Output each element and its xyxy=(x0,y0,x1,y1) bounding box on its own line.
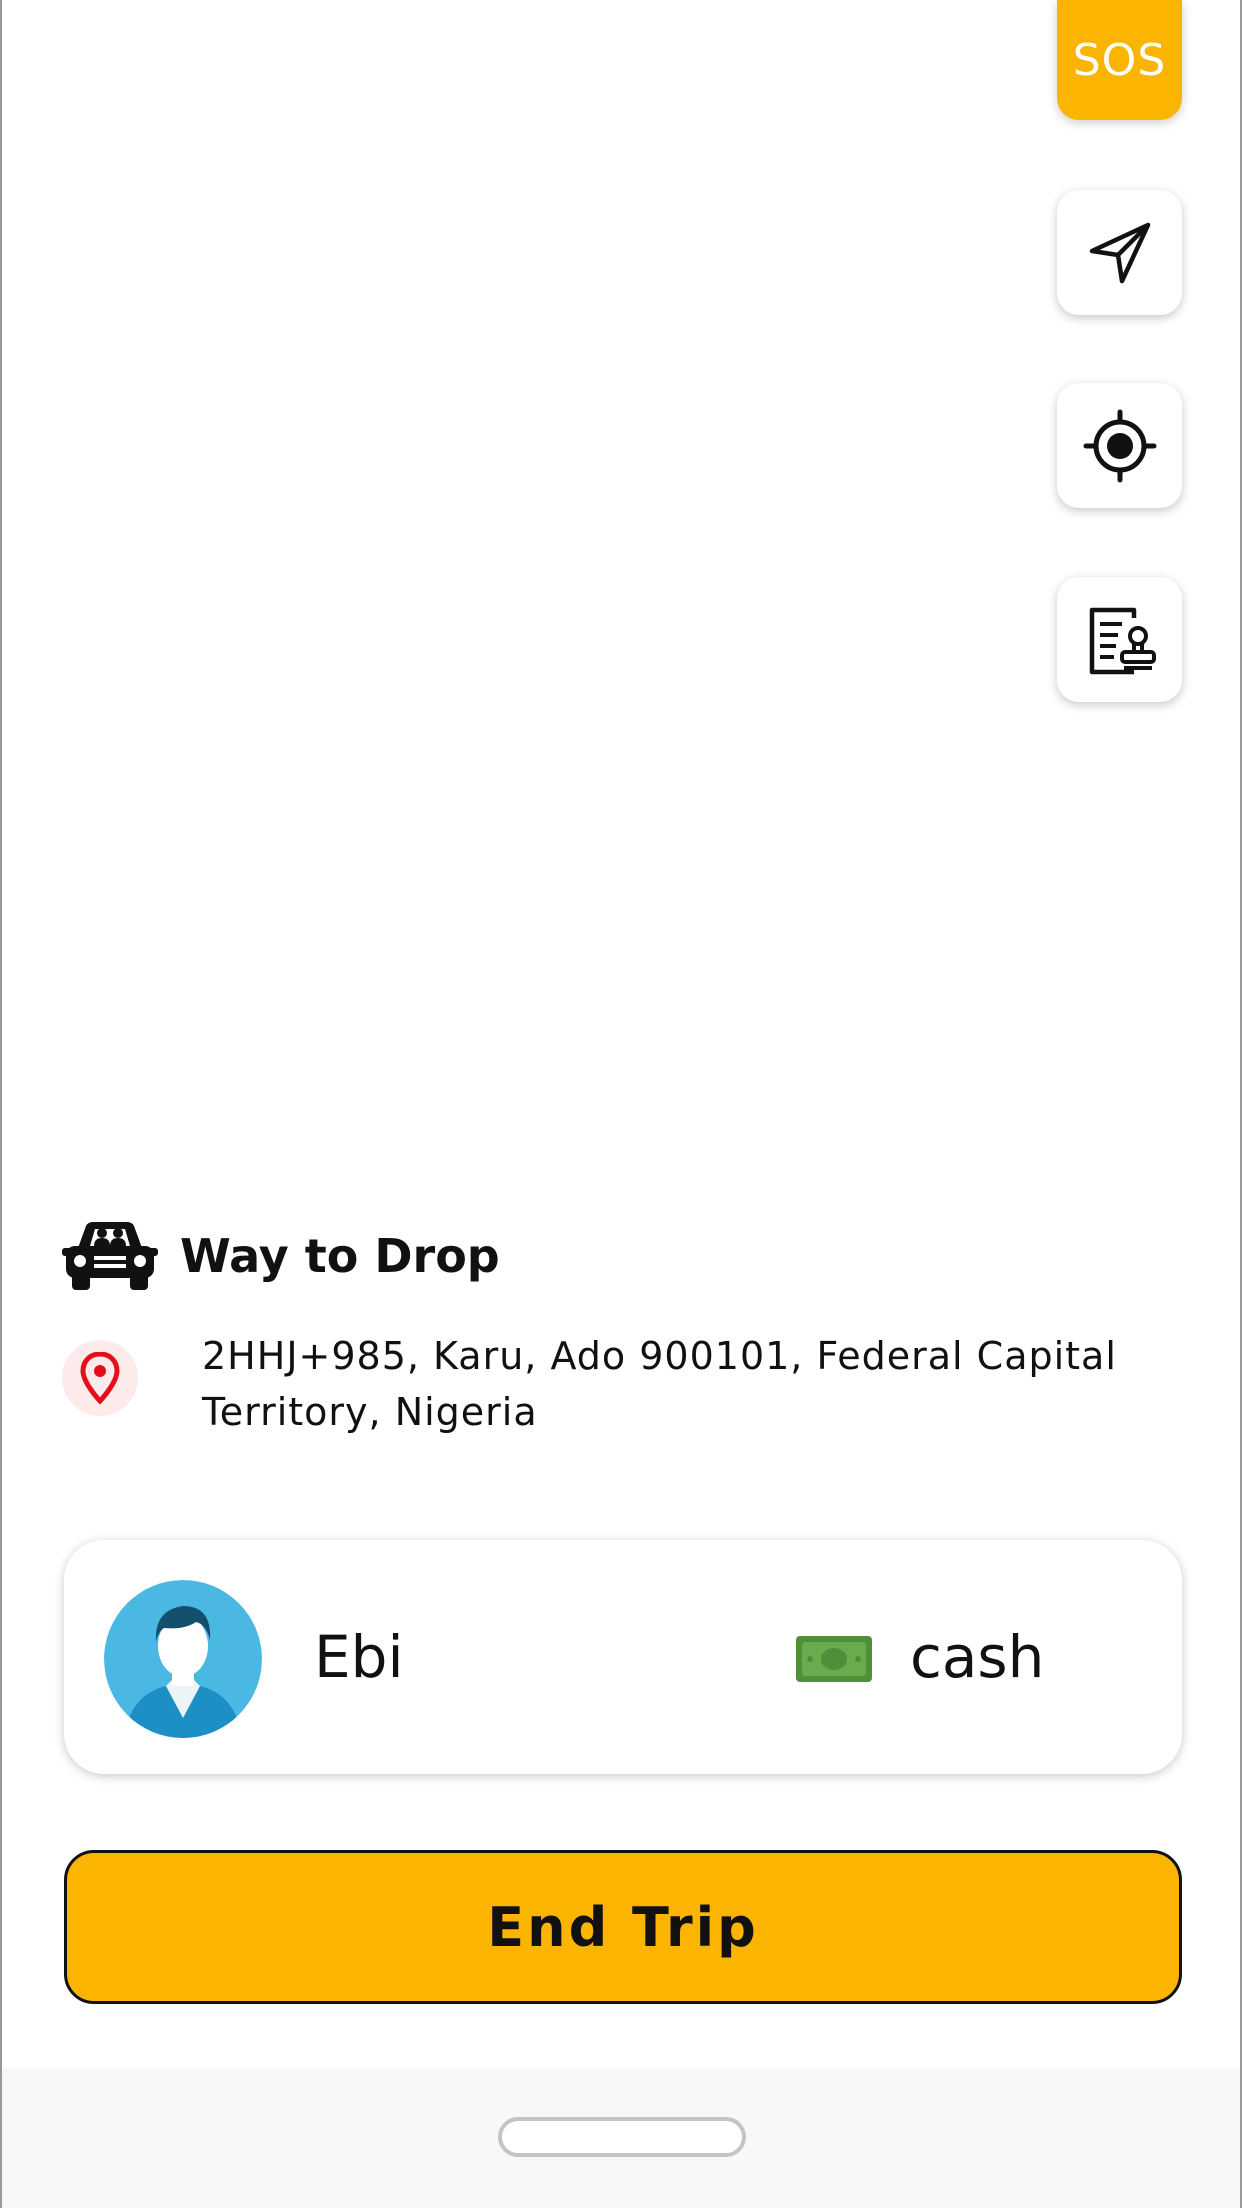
my-location-button[interactable] xyxy=(1057,383,1182,508)
app-screen: SOS Way to Drop 2HHJ+985, Karu, Ado 9001… xyxy=(0,0,1242,2208)
location-pin-badge xyxy=(62,1340,138,1416)
location-pin-icon xyxy=(80,1352,120,1404)
trip-details-button[interactable] xyxy=(1057,577,1182,702)
cash-icon xyxy=(796,1636,872,1682)
rider-name: Ebi xyxy=(314,1623,404,1691)
document-stamp-icon xyxy=(1089,607,1156,674)
end-trip-button[interactable]: End Trip xyxy=(64,1850,1182,2004)
car-passengers-icon xyxy=(62,1222,158,1290)
navigate-button[interactable] xyxy=(1057,190,1182,315)
drop-title: Way to Drop xyxy=(180,1229,500,1283)
drop-address-row: 2HHJ+985, Karu, Ado 900101, Federal Capi… xyxy=(62,1328,1192,1440)
sos-button[interactable]: SOS xyxy=(1057,0,1182,120)
rider-card: Ebi cash xyxy=(64,1540,1182,1774)
home-indicator[interactable] xyxy=(498,2117,746,2157)
crosshair-target-icon xyxy=(1083,409,1156,482)
drop-header: Way to Drop xyxy=(62,1218,500,1294)
drop-address: 2HHJ+985, Karu, Ado 900101, Federal Capi… xyxy=(202,1334,1117,1434)
rider-avatar xyxy=(104,1580,262,1738)
paper-plane-icon xyxy=(1089,222,1150,283)
payment-method: cash xyxy=(910,1623,1045,1691)
map-view[interactable] xyxy=(2,0,1240,1180)
